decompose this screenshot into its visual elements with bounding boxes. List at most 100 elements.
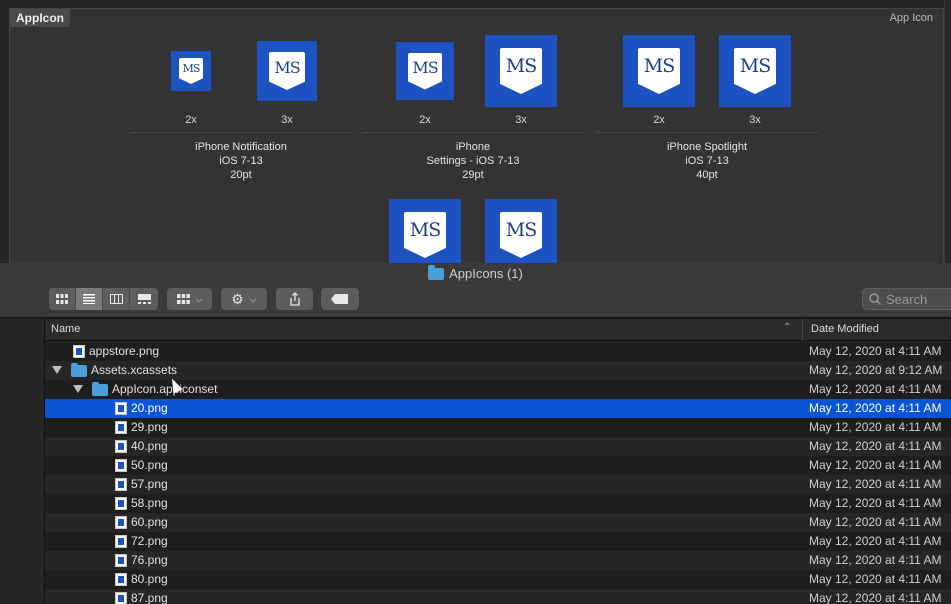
chevron-down-icon: ⌵: [249, 293, 257, 304]
date-modified-cell: May 12, 2020 at 4:11 AM: [809, 553, 942, 567]
share-button[interactable]: [276, 288, 313, 310]
sort-chevron-up-icon: ⌃: [783, 322, 792, 333]
png-file-icon: [115, 458, 127, 472]
asset-catalog-editor: AppIcon App Icon MS MS 2x 3x iPhone Noti…: [0, 0, 951, 263]
table-row[interactable]: 40.png May 12, 2020 at 4:11 AM: [45, 437, 951, 456]
file-name: 60.png: [131, 515, 168, 529]
file-name: appstore.png: [89, 344, 160, 358]
tag-button[interactable]: [321, 288, 359, 310]
icon-slot-spotlight-3x[interactable]: MS: [719, 35, 791, 107]
gear-icon: ⚙: [231, 290, 244, 307]
icon-slot-next-3x[interactable]: MS: [485, 199, 557, 263]
file-name: 76.png: [131, 553, 168, 567]
date-modified-cell: May 12, 2020 at 4:11 AM: [809, 591, 942, 604]
column-date-header[interactable]: Date Modified: [811, 323, 879, 335]
group-divider: [596, 132, 818, 133]
png-file-icon: [73, 344, 85, 358]
table-row[interactable]: 76.png May 12, 2020 at 4:11 AM: [45, 551, 951, 570]
group-divider: [362, 132, 584, 133]
gallery-view-button[interactable]: [130, 288, 158, 310]
group-by-control: ⌵: [167, 288, 212, 310]
icon-slot-spotlight-2x[interactable]: MS: [623, 35, 695, 107]
file-name: 80.png: [131, 572, 168, 586]
column-view-button[interactable]: [103, 288, 130, 310]
file-name-cell: 80.png: [115, 572, 168, 586]
disclosure-triangle-icon[interactable]: [52, 366, 62, 374]
file-name: 40.png: [131, 439, 168, 453]
png-file-icon: [115, 401, 127, 415]
chevron-down-icon: ⌵: [195, 293, 203, 304]
table-row[interactable]: 50.png May 12, 2020 at 4:11 AM: [45, 456, 951, 475]
file-name: 50.png: [131, 458, 168, 472]
table-row[interactable]: 87.png May 12, 2020 at 4:11 AM: [45, 589, 951, 604]
folder-icon: [92, 382, 108, 396]
file-name-cell: 72.png: [115, 534, 168, 548]
file-name-cell: 20.png: [115, 401, 168, 415]
table-row[interactable]: 72.png May 12, 2020 at 4:11 AM: [45, 532, 951, 551]
ms-app-icon: MS: [257, 41, 317, 101]
column-name-header[interactable]: Name: [51, 323, 80, 335]
file-name-cell: 40.png: [115, 439, 168, 453]
png-file-icon: [115, 439, 127, 453]
ms-app-icon: MS: [485, 35, 557, 107]
png-file-icon: [115, 496, 127, 510]
date-modified-cell: May 12, 2020 at 4:11 AM: [809, 439, 942, 453]
action-button[interactable]: ⚙ ⌵: [221, 288, 267, 310]
png-file-icon: [115, 553, 127, 567]
scale-label: 3x: [749, 114, 761, 126]
file-name: 87.png: [131, 591, 168, 604]
disclosure-triangle-icon[interactable]: [73, 385, 83, 393]
scale-label: 3x: [281, 114, 293, 126]
file-name-cell: appstore.png: [73, 344, 159, 358]
grid-icon: [56, 294, 68, 304]
file-name: 20.png: [131, 401, 168, 415]
icon-slot-next-2x[interactable]: MS: [389, 199, 461, 263]
group-label-settings: iPhone Settings - iOS 7-13 29pt: [426, 141, 520, 181]
scale-label: 2x: [419, 114, 431, 126]
file-name-cell: 87.png: [115, 591, 168, 604]
scale-label: 3x: [515, 114, 527, 126]
icon-slot-notification-2x[interactable]: MS: [171, 51, 211, 91]
ms-app-icon: MS: [171, 51, 211, 91]
file-name-cell: AppIcon.appiconset: [92, 382, 217, 396]
table-row[interactable]: appstore.png May 12, 2020 at 4:11 AM: [45, 342, 951, 361]
table-row[interactable]: 29.png May 12, 2020 at 4:11 AM: [45, 418, 951, 437]
icon-slot-settings-3x[interactable]: MS: [485, 35, 557, 107]
file-name: 72.png: [131, 534, 168, 548]
file-name: Assets.xcassets: [91, 363, 178, 377]
list-view-button[interactable]: [76, 288, 103, 310]
file-name-cell: 60.png: [115, 515, 168, 529]
group-by-button[interactable]: ⌵: [167, 288, 212, 310]
folder-icon: [428, 264, 445, 280]
icon-view-button[interactable]: [49, 288, 76, 310]
date-modified-cell: May 12, 2020 at 4:11 AM: [809, 458, 942, 472]
table-row[interactable]: 60.png May 12, 2020 at 4:11 AM: [45, 513, 951, 532]
date-modified-cell: May 12, 2020 at 4:11 AM: [809, 401, 942, 415]
window-title: AppIcons (1): [0, 264, 951, 281]
asset-set-title: AppIcon: [10, 9, 70, 27]
table-row[interactable]: 57.png May 12, 2020 at 4:11 AM: [45, 475, 951, 494]
file-name: 58.png: [131, 496, 168, 510]
column-divider[interactable]: [802, 319, 803, 341]
tag-icon: [331, 294, 348, 304]
search-input[interactable]: Search: [862, 288, 951, 310]
file-name-cell: 50.png: [115, 458, 168, 472]
table-row[interactable]: Assets.xcassets May 12, 2020 at 9:12 AM: [45, 361, 951, 380]
date-modified-cell: May 12, 2020 at 4:11 AM: [809, 572, 942, 586]
date-modified-cell: May 12, 2020 at 4:11 AM: [809, 382, 942, 396]
date-modified-cell: May 12, 2020 at 4:11 AM: [809, 496, 942, 510]
table-row[interactable]: 58.png May 12, 2020 at 4:11 AM: [45, 494, 951, 513]
group-divider: [130, 132, 352, 133]
ms-app-icon: MS: [719, 35, 791, 107]
share-control: [276, 288, 313, 310]
date-modified-cell: May 12, 2020 at 4:11 AM: [809, 515, 942, 529]
inspector-edge: [944, 0, 951, 263]
file-name: 57.png: [131, 477, 168, 491]
png-file-icon: [115, 572, 127, 586]
icon-slot-notification-3x[interactable]: MS: [257, 41, 317, 101]
icon-slot-settings-2x[interactable]: MS: [396, 42, 454, 100]
table-row[interactable]: 20.png May 12, 2020 at 4:11 AM: [45, 399, 951, 418]
date-modified-cell: May 12, 2020 at 9:12 AM: [809, 363, 943, 377]
table-row[interactable]: 80.png May 12, 2020 at 4:11 AM: [45, 570, 951, 589]
file-name-cell: 58.png: [115, 496, 168, 510]
